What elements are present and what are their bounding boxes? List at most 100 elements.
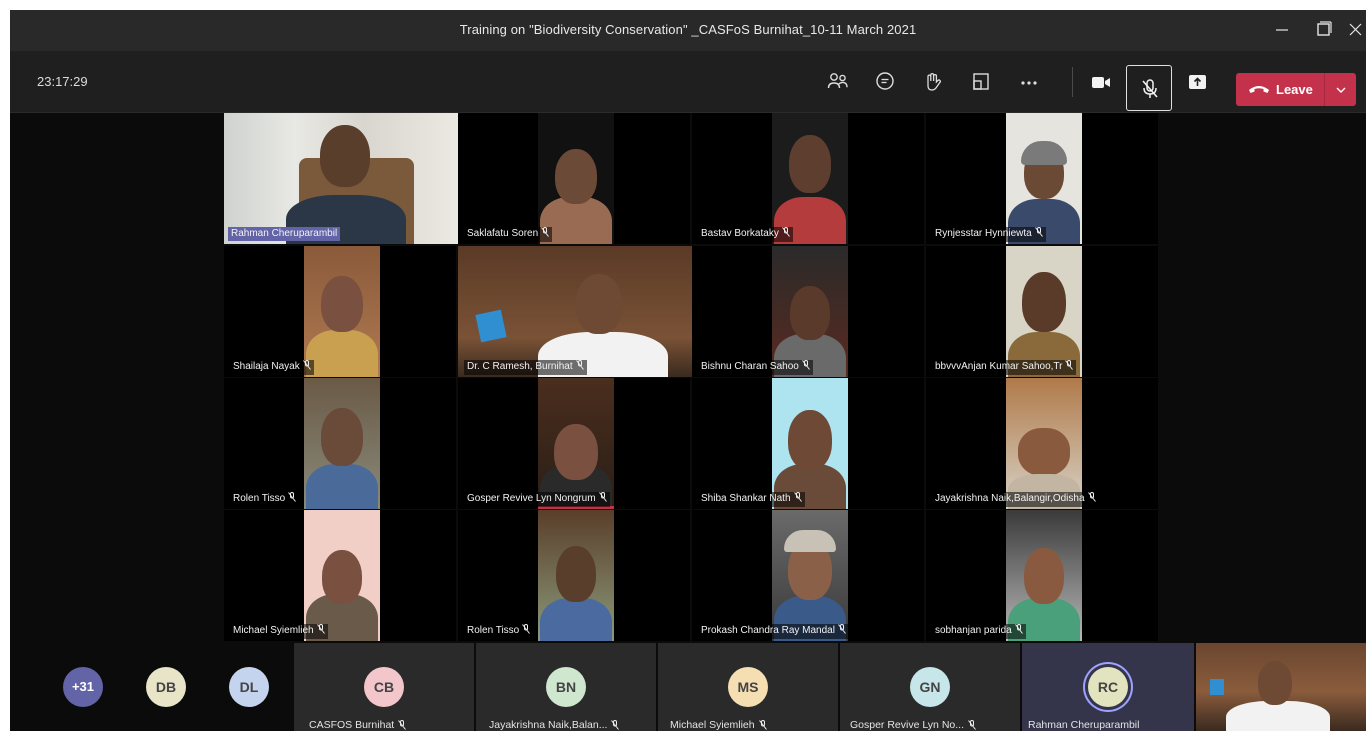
mic-off-icon bbox=[1142, 79, 1158, 98]
overflow-count-button[interactable]: +31 bbox=[63, 667, 103, 707]
participant-name: Rolen Tisso bbox=[467, 625, 520, 636]
video-feed bbox=[772, 510, 848, 641]
video-feed bbox=[224, 113, 458, 244]
mic-off-icon bbox=[781, 227, 790, 242]
participant-name: Dr. C Ramesh, Burnihat bbox=[467, 361, 573, 372]
participants-icon[interactable] bbox=[825, 69, 851, 95]
participant-name: Bastav Borkataky bbox=[701, 228, 779, 239]
video-tile[interactable]: Shailaja Nayak bbox=[224, 246, 456, 377]
mic-off-icon bbox=[1087, 492, 1096, 507]
participant-name: Rolen Tisso bbox=[233, 493, 286, 504]
video-feed bbox=[1006, 510, 1082, 641]
mic-off-icon bbox=[522, 624, 531, 639]
maximize-button[interactable] bbox=[1309, 18, 1339, 42]
participant-name: Rahman Cheruparambil bbox=[228, 227, 341, 241]
video-tile[interactable]: Gosper Revive Lyn Nongrum bbox=[458, 378, 690, 509]
participant-name: Shiba Shankar Nath bbox=[701, 493, 791, 504]
roster-name: CASFOS Burnihat bbox=[309, 719, 395, 731]
mic-off-icon bbox=[598, 492, 607, 507]
video-feed bbox=[1006, 246, 1082, 377]
participant-name: Rynjesstar Hynniewta bbox=[935, 228, 1032, 239]
avatar: MS bbox=[728, 667, 768, 707]
minimize-button[interactable] bbox=[1267, 18, 1297, 42]
teams-meeting-window: Training on "Biodiversity Conservation" … bbox=[10, 10, 1366, 731]
mic-off-icon bbox=[1065, 360, 1074, 375]
mic-toggle-button[interactable] bbox=[1126, 65, 1172, 111]
video-tile[interactable]: Rolen Tisso bbox=[224, 378, 456, 509]
camera-icon[interactable] bbox=[1088, 69, 1114, 95]
mic-off-icon bbox=[968, 720, 976, 730]
video-feed bbox=[304, 378, 380, 509]
roster-tile[interactable]: GN Gosper Revive Lyn No... bbox=[840, 643, 1020, 731]
video-tile[interactable]: Dr. C Ramesh, Burnihat bbox=[458, 246, 692, 377]
avatar: CB bbox=[364, 667, 404, 707]
video-feed bbox=[772, 113, 848, 244]
avatar: BN bbox=[546, 667, 586, 707]
mic-off-icon bbox=[801, 360, 810, 375]
video-feed bbox=[1006, 113, 1082, 244]
mic-off-icon bbox=[302, 360, 311, 375]
video-tile[interactable]: Rahman Cheruparambil bbox=[224, 113, 458, 244]
toolbar-divider bbox=[1072, 67, 1073, 97]
video-feed bbox=[538, 510, 614, 641]
mic-off-icon bbox=[316, 624, 325, 639]
video-feed bbox=[772, 246, 848, 377]
video-tile[interactable]: Rolen Tisso bbox=[458, 510, 690, 641]
roster-name: Gosper Revive Lyn No... bbox=[850, 719, 964, 731]
chevron-down-icon[interactable] bbox=[1334, 83, 1348, 97]
participant-name: bbvvvAnjan Kumar Sahoo,Tr bbox=[935, 361, 1063, 372]
video-tile[interactable]: bbvvvAnjan Kumar Sahoo,Tr bbox=[926, 246, 1158, 377]
roster-tile[interactable]: MS Michael Syiemlieh bbox=[658, 643, 838, 731]
video-feed bbox=[304, 510, 380, 641]
video-tile[interactable]: Shiba Shankar Nath bbox=[692, 378, 924, 509]
video-tile[interactable]: Michael Syiemlieh bbox=[224, 510, 456, 641]
breakout-rooms-icon[interactable] bbox=[968, 69, 994, 95]
mic-off-icon bbox=[793, 492, 802, 507]
video-feed bbox=[538, 378, 614, 509]
roster-name: Rahman Cheruparambil bbox=[1028, 719, 1140, 731]
participant-name: sobhanjan parida bbox=[935, 625, 1012, 636]
video-tile[interactable]: Bishnu Charan Sahoo bbox=[692, 246, 924, 377]
video-tile[interactable]: Jayakrishna Naik,Balangir,Odisha bbox=[926, 378, 1158, 509]
participant-name: Saklafatu Soren bbox=[467, 228, 539, 239]
mic-off-icon bbox=[758, 720, 767, 730]
participant-name: Jayakrishna Naik,Balangir,Odisha bbox=[935, 493, 1085, 504]
chat-icon[interactable] bbox=[872, 69, 898, 95]
video-tile[interactable]: sobhanjan parida bbox=[926, 510, 1158, 641]
video-feed bbox=[1006, 378, 1082, 509]
roster-tile[interactable]: BN Jayakrishna Naik,Balan... bbox=[476, 643, 656, 731]
meeting-timer: 23:17:29 bbox=[37, 74, 88, 89]
participant-roster: +31 DB DL CB CASFOS Burnihat BN Jayakris… bbox=[10, 643, 1366, 731]
participant-name: Gosper Revive Lyn Nongrum bbox=[467, 493, 596, 504]
hang-up-icon bbox=[1249, 86, 1269, 93]
participant-name: Michael Syiemlieh bbox=[233, 625, 314, 636]
mic-off-icon bbox=[541, 227, 550, 242]
mic-off-icon bbox=[611, 720, 620, 730]
mic-off-icon bbox=[1034, 227, 1043, 242]
window-title: Training on "Biodiversity Conservation" … bbox=[459, 22, 917, 37]
roster-tile-active-speaker[interactable]: RC Rahman Cheruparambil bbox=[1022, 643, 1194, 731]
roster-name: Jayakrishna Naik,Balan... bbox=[489, 719, 608, 731]
avatar[interactable]: DL bbox=[229, 667, 269, 707]
video-tile[interactable]: Rynjesstar Hynniewta bbox=[926, 113, 1158, 244]
video-feed bbox=[304, 246, 380, 377]
video-feed bbox=[538, 113, 614, 244]
title-bar: Training on "Biodiversity Conservation" … bbox=[10, 10, 1366, 51]
raise-hand-icon[interactable] bbox=[920, 69, 946, 95]
video-tile[interactable]: Saklafatu Soren bbox=[458, 113, 690, 244]
mic-off-icon bbox=[1014, 624, 1023, 639]
close-button[interactable] bbox=[1346, 18, 1366, 42]
leave-divider bbox=[1324, 73, 1325, 106]
mic-off-icon bbox=[398, 720, 407, 730]
mic-off-icon bbox=[288, 492, 297, 507]
leave-label: Leave bbox=[1276, 82, 1313, 97]
video-tile[interactable]: Bastav Borkataky bbox=[692, 113, 924, 244]
roster-tile[interactable]: CB CASFOS Burnihat bbox=[294, 643, 474, 731]
leave-button[interactable]: Leave bbox=[1236, 73, 1356, 106]
self-view-video[interactable] bbox=[1196, 643, 1366, 731]
avatar: GN bbox=[910, 667, 950, 707]
share-screen-icon[interactable] bbox=[1185, 69, 1211, 95]
video-tile[interactable]: Prokash Chandra Ray Mandal bbox=[692, 510, 924, 641]
more-options-icon[interactable] bbox=[1016, 69, 1042, 95]
avatar[interactable]: DB bbox=[146, 667, 186, 707]
